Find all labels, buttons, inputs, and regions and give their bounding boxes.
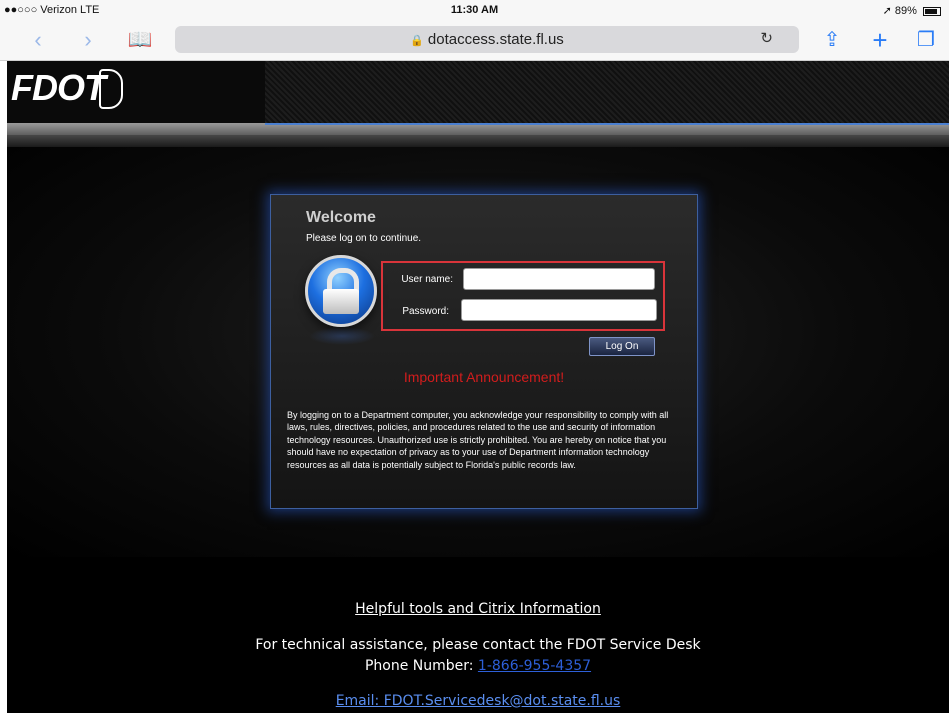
location-icon: ➚ bbox=[882, 5, 892, 17]
lock-icon: 🔒 bbox=[410, 35, 424, 47]
phone-label: Phone Number: bbox=[364, 658, 478, 674]
page-footer: Helpful tools and Citrix Information For… bbox=[7, 557, 949, 713]
web-page: FDOT Welcome Please log on to continue. … bbox=[7, 61, 949, 713]
status-bar: ●●○○○ Verizon LTE 11:30 AM ➚ 89% bbox=[0, 0, 949, 20]
url-text: dotaccess.state.fl.us bbox=[427, 31, 564, 48]
password-input[interactable] bbox=[461, 299, 657, 321]
login-subtitle: Please log on to continue. bbox=[306, 233, 422, 244]
share-icon[interactable]: ⇪ bbox=[818, 26, 846, 54]
padlock-body bbox=[323, 289, 359, 314]
welcome-title: Welcome bbox=[306, 209, 376, 226]
fdot-logo: FDOT bbox=[11, 67, 106, 108]
helpful-tools-link[interactable]: Helpful tools and Citrix Information bbox=[7, 601, 949, 617]
phone-link[interactable]: 1-866-955-4357 bbox=[478, 658, 591, 674]
username-label: User name: bbox=[401, 274, 453, 285]
clock: 11:30 AM bbox=[450, 4, 499, 16]
announcement-link[interactable]: Important Announcement! bbox=[271, 369, 697, 385]
header-accent-line bbox=[265, 123, 949, 125]
bookmarks-icon[interactable]: 📖 bbox=[124, 26, 156, 54]
site-header: FDOT bbox=[7, 61, 949, 123]
battery-percent: 89% bbox=[894, 5, 917, 17]
header-pattern bbox=[265, 61, 949, 123]
login-panel: Welcome Please log on to continue. User … bbox=[270, 194, 698, 509]
battery-status: ➚ 89% bbox=[883, 4, 941, 17]
email-link[interactable]: Email: FDOT.Servicedesk@dot.state.fl.us bbox=[7, 693, 949, 709]
back-icon[interactable]: ‹ bbox=[24, 26, 52, 54]
padlock-icon bbox=[305, 255, 377, 327]
tabs-icon[interactable]: ❐ bbox=[912, 26, 940, 54]
legal-disclaimer: By logging on to a Department computer, … bbox=[287, 410, 669, 470]
header-bar-top bbox=[7, 123, 949, 135]
battery-icon bbox=[923, 6, 941, 16]
header-bar-bottom bbox=[7, 135, 949, 147]
new-tab-icon[interactable]: + bbox=[866, 26, 894, 54]
logon-button[interactable]: Log On bbox=[589, 337, 655, 356]
reload-icon[interactable]: ↻ bbox=[760, 29, 773, 47]
address-bar[interactable]: 🔒 dotaccess.state.fl.us ↻ bbox=[175, 26, 799, 53]
credentials-highlight: User name: Password: bbox=[381, 261, 665, 331]
padlock-reflection bbox=[309, 327, 375, 345]
password-label: Password: bbox=[402, 306, 449, 317]
florida-outline-icon bbox=[99, 69, 123, 109]
username-input[interactable] bbox=[463, 268, 655, 290]
url-display[interactable]: 🔒 dotaccess.state.fl.us bbox=[175, 31, 799, 48]
forward-icon[interactable]: › bbox=[74, 26, 102, 54]
browser-toolbar: ‹ › 📖 🔒 dotaccess.state.fl.us ↻ ⇪ + ❐ bbox=[0, 20, 949, 61]
tech-assistance-text: For technical assistance, please contact… bbox=[255, 637, 701, 653]
phone-line: Phone Number: 1-866-955-4357 bbox=[7, 658, 949, 674]
